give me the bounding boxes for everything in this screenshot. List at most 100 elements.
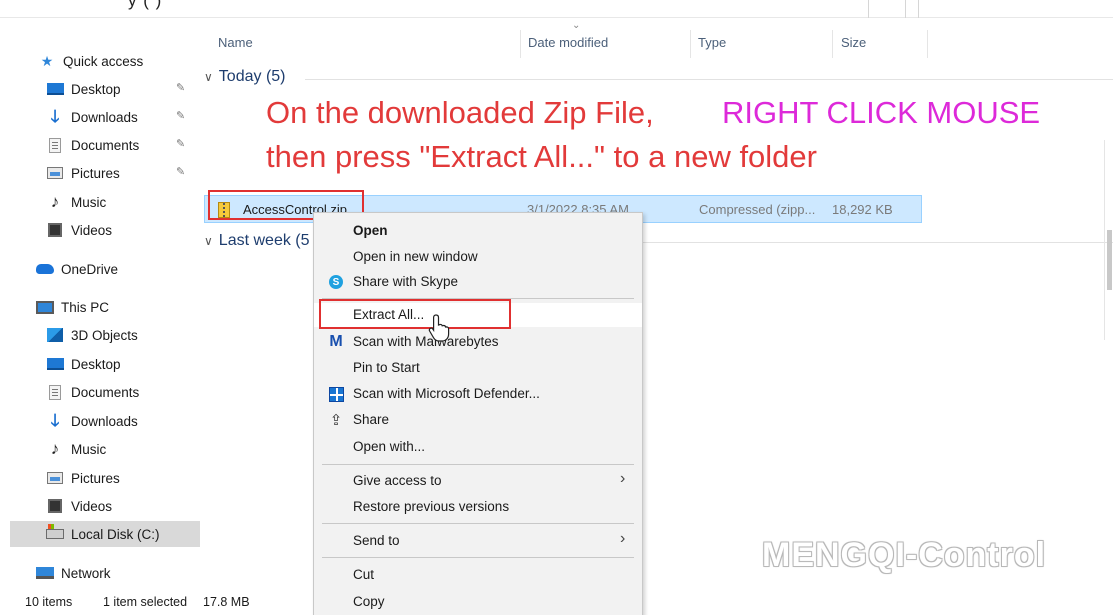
downloads-icon: 🡓 (50, 411, 60, 430)
downloads-icon: 🡓 (50, 107, 60, 126)
nav-label: Downloads (71, 413, 138, 429)
nav-item-desktop[interactable]: Desktop ✎ (0, 76, 200, 102)
pin-icon[interactable]: ✎ (176, 81, 185, 94)
nav-item-this-pc[interactable]: This PC (0, 294, 200, 320)
nav-item-pc-documents[interactable]: Documents (0, 379, 200, 405)
menu-item-scan-defender[interactable]: Scan with Microsoft Defender... (314, 382, 642, 406)
nav-label: Local Disk (C:) (71, 526, 160, 542)
menu-label: Copy (353, 594, 385, 609)
music-icon: ♪ (50, 192, 60, 211)
status-selection: 1 item selected (103, 595, 188, 609)
menu-item-cut[interactable]: Cut (314, 563, 642, 587)
network-icon (36, 565, 54, 581)
nav-label: Pictures (71, 470, 120, 486)
toolbar-divider (868, 0, 869, 18)
pin-icon[interactable]: ✎ (176, 109, 185, 122)
pin-icon[interactable]: ✎ (176, 165, 185, 178)
nav-item-pc-videos[interactable]: Videos (0, 493, 200, 519)
nav-quick-access[interactable]: ★ Quick access (0, 48, 200, 74)
annotation-line-1: On the downloaded Zip File, (266, 95, 654, 130)
chevron-down-icon: ∨ (204, 70, 213, 84)
annotation-line-2: then press "Extract All..." to a new fol… (266, 139, 817, 174)
menu-item-scan-malwarebytes[interactable]: M Scan with Malwarebytes (314, 330, 642, 354)
menu-label: Pin to Start (353, 360, 420, 375)
nav-label: OneDrive (61, 261, 119, 277)
menu-item-restore-versions[interactable]: Restore previous versions (314, 495, 642, 519)
group-label: Last week (5 (218, 232, 310, 249)
nav-label: Desktop (71, 356, 121, 372)
nav-item-videos[interactable]: Videos (0, 217, 200, 243)
window-title-fragment: y ( ) (128, 0, 163, 10)
column-divider[interactable] (927, 30, 928, 58)
group-divider (305, 79, 1113, 80)
mouse-pointer-icon (428, 314, 450, 342)
context-menu: Open Open in new window S Share with Sky… (313, 212, 643, 615)
menu-item-give-access[interactable]: Give access to › (314, 469, 642, 493)
menu-label: Share (353, 412, 390, 427)
annotation-highlight: RIGHT CLICK MOUSE (722, 95, 1041, 130)
nav-item-pc-music[interactable]: ♪ Music (0, 436, 200, 462)
sort-indicator-icon: ⌄ (572, 20, 581, 31)
column-header-date-modified[interactable]: Date modified (528, 35, 608, 61)
local-disk-icon (46, 524, 64, 542)
nav-item-documents[interactable]: Documents ✎ (0, 132, 200, 158)
nav-label: Music (71, 441, 107, 457)
menu-item-open-new-window[interactable]: Open in new window (314, 245, 642, 269)
navigation-pane: ★ Quick access Desktop ✎ 🡓 Downloads ✎ D… (0, 18, 200, 590)
skype-icon: S (328, 274, 344, 290)
menu-label: Restore previous versions (353, 499, 510, 514)
menu-item-share-skype[interactable]: S Share with Skype (314, 270, 642, 294)
nav-item-onedrive[interactable]: OneDrive (0, 256, 200, 282)
nav-item-pc-pictures[interactable]: Pictures (0, 465, 200, 491)
3d-objects-icon (46, 327, 64, 343)
menu-item-share[interactable]: ⇪ Share (314, 408, 642, 432)
nav-item-pc-desktop[interactable]: Desktop (0, 351, 200, 377)
nav-item-music[interactable]: ♪ Music (0, 189, 200, 215)
nav-item-pc-downloads[interactable]: 🡓 Downloads (0, 408, 200, 434)
menu-item-open[interactable]: Open (314, 219, 642, 243)
desktop-icon (46, 356, 64, 372)
menu-separator (322, 523, 634, 524)
nav-label: Music (71, 194, 107, 210)
nav-label: Documents (71, 384, 140, 400)
column-divider[interactable] (690, 30, 691, 58)
vertical-scrollbar[interactable] (1104, 140, 1113, 340)
status-item-count: 10 items (25, 595, 73, 609)
pin-icon[interactable]: ✎ (176, 137, 185, 150)
column-divider[interactable] (832, 30, 833, 58)
nav-item-network[interactable]: Network (0, 560, 200, 586)
menu-item-send-to[interactable]: Send to › (314, 529, 642, 553)
defender-shield-icon (328, 386, 344, 402)
nav-item-local-disk[interactable]: Local Disk (C:) (10, 521, 200, 547)
menu-label: Scan with Malwarebytes (353, 334, 499, 349)
menu-label: Give access to (353, 473, 442, 488)
menu-item-open-with[interactable]: Open with... (314, 435, 642, 459)
group-divider (643, 242, 1113, 243)
pictures-icon (46, 165, 64, 181)
column-header-type[interactable]: Type (698, 35, 726, 61)
star-icon: ★ (40, 53, 54, 69)
videos-icon (46, 222, 64, 238)
column-header-name[interactable]: Name (218, 35, 253, 61)
nav-label: Quick access (63, 53, 144, 69)
menu-item-pin-to-start[interactable]: Pin to Start (314, 356, 642, 380)
scrollbar-thumb[interactable] (1107, 230, 1112, 290)
menu-label: Scan with Microsoft Defender... (353, 386, 540, 401)
column-divider[interactable] (520, 30, 521, 58)
toolbar-divider (905, 0, 906, 18)
file-type: Compressed (zipp... (699, 202, 816, 217)
malwarebytes-icon: M (329, 333, 343, 350)
group-label: Today (5) (218, 68, 286, 85)
group-header-today[interactable]: ∨ Today (5) (204, 68, 286, 86)
nav-label: Network (61, 565, 111, 581)
menu-item-copy[interactable]: Copy (314, 590, 642, 614)
menu-label: Open (353, 223, 388, 238)
onedrive-icon (36, 261, 54, 277)
nav-item-3d-objects[interactable]: 3D Objects (0, 322, 200, 348)
group-header-last-week[interactable]: ∨ Last week (5 (204, 232, 310, 250)
nav-item-pictures[interactable]: Pictures ✎ (0, 160, 200, 186)
watermark-text: MENGQI-Control (762, 536, 1047, 574)
nav-item-downloads[interactable]: 🡓 Downloads ✎ (0, 104, 200, 130)
status-bar: 10 items 1 item selected 17.8 MB (0, 590, 313, 615)
column-header-size[interactable]: Size (841, 35, 866, 61)
